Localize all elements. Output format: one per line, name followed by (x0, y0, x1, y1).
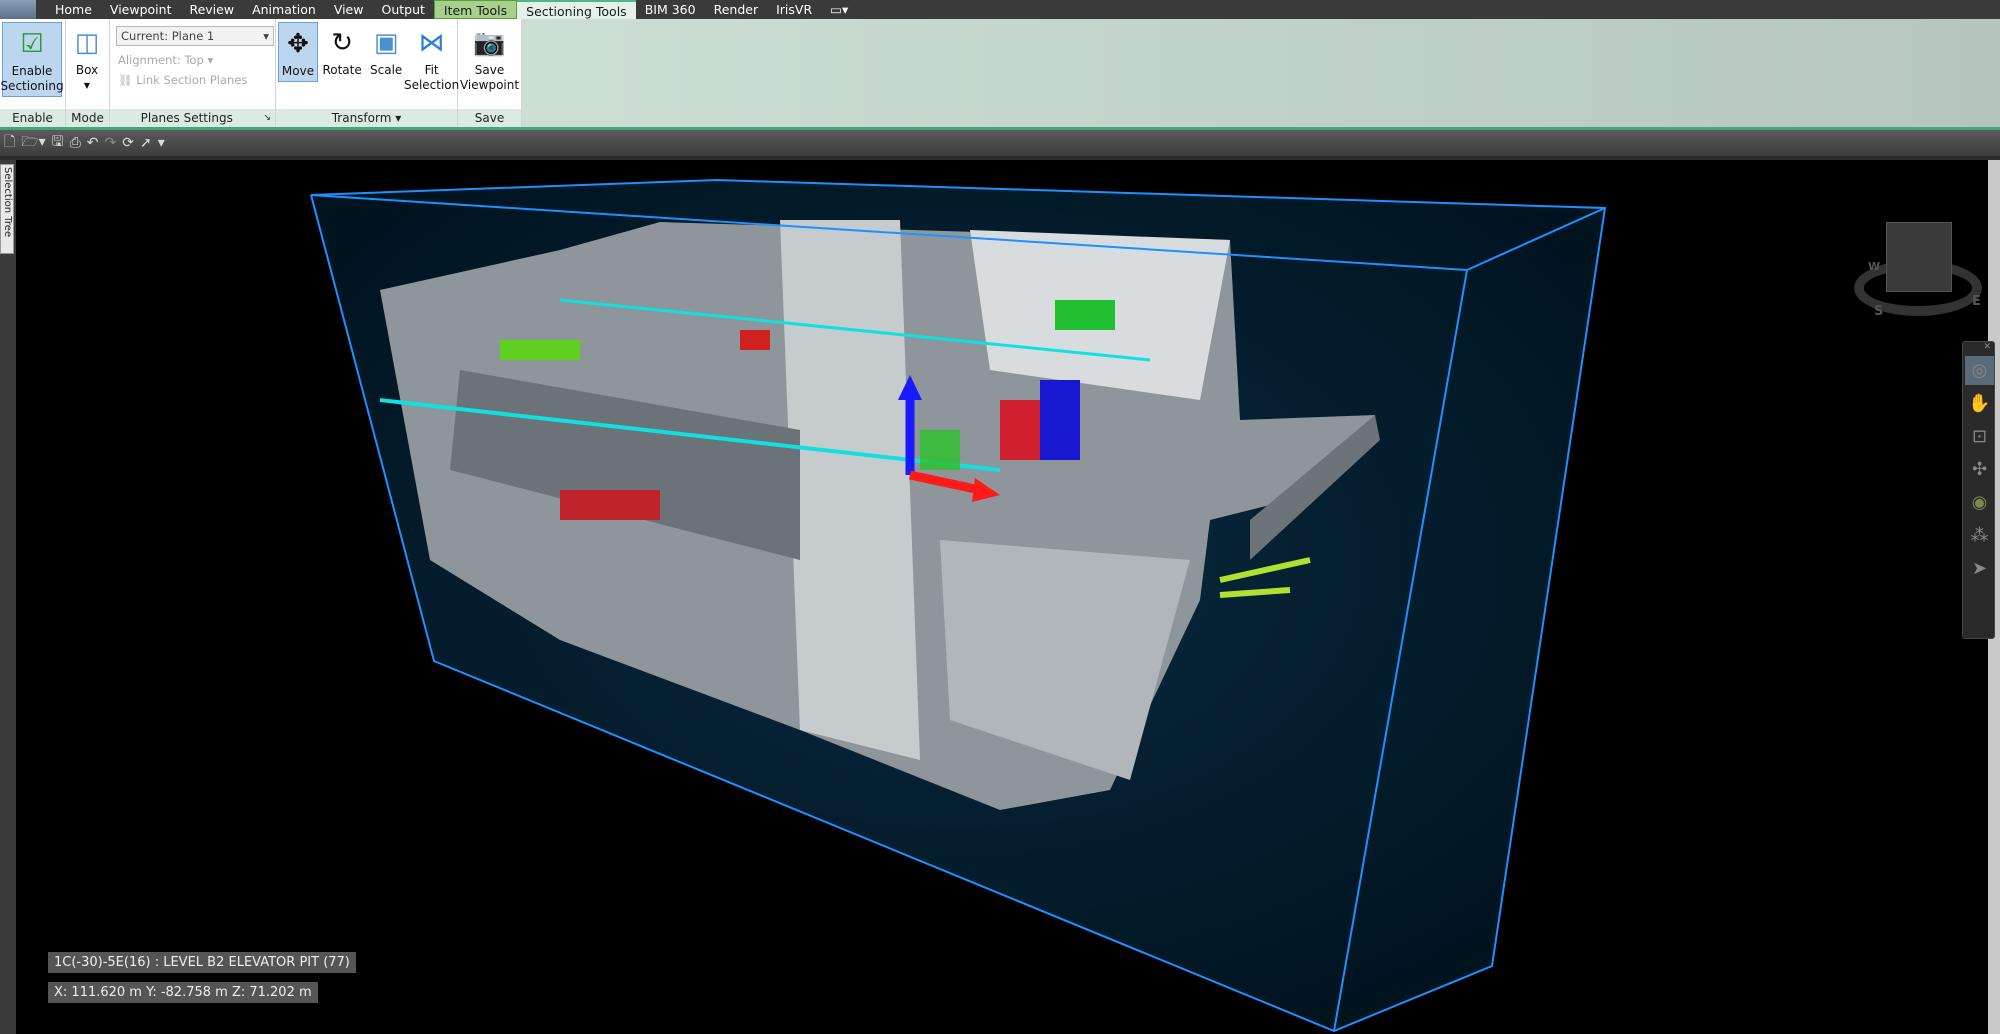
selection-label: 1C(-30)-5E(16) : LEVEL B2 ELEVATOR PIT (… (48, 952, 356, 973)
zoom-window-icon[interactable]: ⊡ (1965, 422, 1994, 451)
enable-section-icon: ☑ (20, 28, 44, 59)
screen-dropdown-icon[interactable]: ▭▾ (821, 0, 857, 19)
selection-tree-label: Selection Tree (2, 167, 13, 238)
save-icon[interactable]: 🖫 (52, 131, 64, 155)
box-mode-button[interactable]: ◫ Box ▼ (68, 22, 106, 95)
fit-label: Fit Selection (403, 63, 460, 92)
selection-tree-tab[interactable]: Selection Tree (0, 164, 14, 254)
dialog-launcher-icon[interactable]: ↘ (263, 109, 271, 127)
look-eye-icon[interactable]: ◉ (1965, 488, 1994, 517)
tab-output[interactable]: Output (372, 0, 433, 19)
tab-render[interactable]: Render (705, 0, 768, 19)
viewcube-box[interactable] (1886, 222, 1952, 292)
box-icon: ◫ (74, 27, 100, 58)
navigation-bar: ✕ ◎ ✋ ⊡ ✣ ◉ ⁂ ➤ (1962, 341, 1995, 639)
tab-irisvr[interactable]: IrisVR (767, 0, 821, 19)
save-viewpoint-label: Save Viewpoint (459, 63, 520, 92)
redo-icon[interactable]: ↷ (105, 135, 117, 151)
viewcube[interactable]: W S E (1848, 210, 1988, 320)
new-icon[interactable]: 🗋 (4, 131, 15, 155)
rotate-icon: ↻ (331, 27, 353, 58)
compass-south[interactable]: S (1874, 304, 1883, 319)
panel-label: Planes Settings ↘ (110, 109, 275, 127)
fit-selection-button[interactable]: ⋈ Fit Selection (404, 22, 459, 95)
alignment-label: Alignment: Top (118, 53, 204, 67)
refresh-icon[interactable]: ⟳ (122, 135, 134, 151)
compass-west[interactable]: W (1868, 260, 1880, 273)
panel-label: Enable (0, 109, 65, 127)
application-button[interactable] (0, 0, 36, 19)
tab-view[interactable]: View (325, 0, 373, 19)
coordinate-readout: X: 111.620 m Y: -82.758 m Z: 71.202 m (48, 982, 318, 1003)
scale-icon: ▣ (373, 27, 399, 58)
box-label: Box (75, 63, 99, 77)
fit-selection-icon: ⋈ (418, 27, 445, 58)
ribbon: ☑ Enable Sectioning Enable ◫ Box ▼ Mode C… (0, 19, 2000, 130)
move-label: Move (281, 64, 315, 78)
transform-label: Transform (331, 111, 392, 125)
gizmo-plane-handle[interactable] (920, 430, 960, 470)
rotate-label: Rotate (322, 63, 362, 77)
compass-east[interactable]: E (1972, 294, 1981, 309)
quick-access-toolbar: 🗋 🗁▾ 🖫 ⎙ ↶ ↷ ⟳ ➚ ▾ (0, 130, 2000, 156)
scale-label: Scale (370, 63, 403, 77)
tab-viewpoint[interactable]: Viewpoint (101, 0, 181, 19)
print-icon[interactable]: ⎙ (70, 135, 81, 151)
side-panel: Selection Tree (0, 160, 16, 1034)
select-pointer-icon[interactable]: ➤ (1965, 554, 1994, 583)
planes-settings-label: Planes Settings (140, 111, 233, 125)
panel-label: Save (458, 109, 521, 127)
current-plane-value: Current: Plane 1 (121, 29, 215, 43)
pan-hand-icon[interactable]: ✋ (1965, 389, 1994, 418)
current-plane-select[interactable]: Current: Plane 1 ▾ (116, 26, 274, 46)
tab-bim360[interactable]: BIM 360 (636, 0, 705, 19)
steering-wheel-icon[interactable]: ◎ (1965, 356, 1994, 385)
menu-bar: Home Viewpoint Review Animation View Out… (0, 0, 2000, 19)
panel-transform: ✥ Move ↻ Rotate ▣ Scale ⋈ Fit Selection Tran… (276, 19, 459, 127)
scale-button[interactable]: ▣ Scale (366, 22, 406, 80)
panel-label: Mode (66, 109, 109, 127)
open-icon[interactable]: 🗁▾ (21, 131, 45, 155)
orbit-icon[interactable]: ✣ (1965, 455, 1994, 484)
link-section-planes-button: ⛓ Link Section Planes (118, 73, 248, 87)
tab-home[interactable]: Home (46, 0, 101, 19)
rotate-button[interactable]: ↻ Rotate (320, 22, 364, 80)
3d-viewport[interactable] (16, 160, 1988, 1034)
tab-item-tools[interactable]: Item Tools (433, 0, 518, 19)
model-view (310, 178, 1607, 1033)
tab-review[interactable]: Review (180, 0, 243, 19)
enable-sectioning-button[interactable]: ☑ Enable Sectioning (0, 22, 64, 97)
alignment-dropdown: Alignment: Top ▾ (118, 53, 214, 67)
undo-icon[interactable]: ↶ (87, 135, 99, 151)
customize-dropdown-icon[interactable]: ▾ (158, 135, 165, 151)
panel-mode: ◫ Box ▼ Mode (66, 19, 110, 127)
tab-sectioning-tools[interactable]: Sectioning Tools (517, 0, 636, 19)
panel-planes-settings: Current: Plane 1 ▾ Alignment: Top ▾ ⛓ Lin… (110, 19, 276, 127)
link-label: Link Section Planes (136, 73, 248, 87)
panel-enable: ☑ Enable Sectioning Enable (0, 19, 66, 127)
save-viewpoint-button[interactable]: 📷 Save Viewpoint (460, 22, 519, 95)
panel-label[interactable]: Transform ▾ (276, 109, 457, 127)
move-icon: ✥ (287, 28, 309, 59)
select-icon[interactable]: ➚ (140, 135, 152, 151)
tab-animation[interactable]: Animation (243, 0, 325, 19)
camera-icon: 📷 (473, 27, 506, 58)
close-icon[interactable]: ✕ (1963, 342, 1994, 352)
enable-sectioning-label: Enable Sectioning (0, 64, 64, 93)
walk-footsteps-icon[interactable]: ⁂ (1965, 521, 1994, 550)
move-button[interactable]: ✥ Move (278, 22, 318, 82)
panel-save: 📷 Save Viewpoint Save (458, 19, 522, 127)
